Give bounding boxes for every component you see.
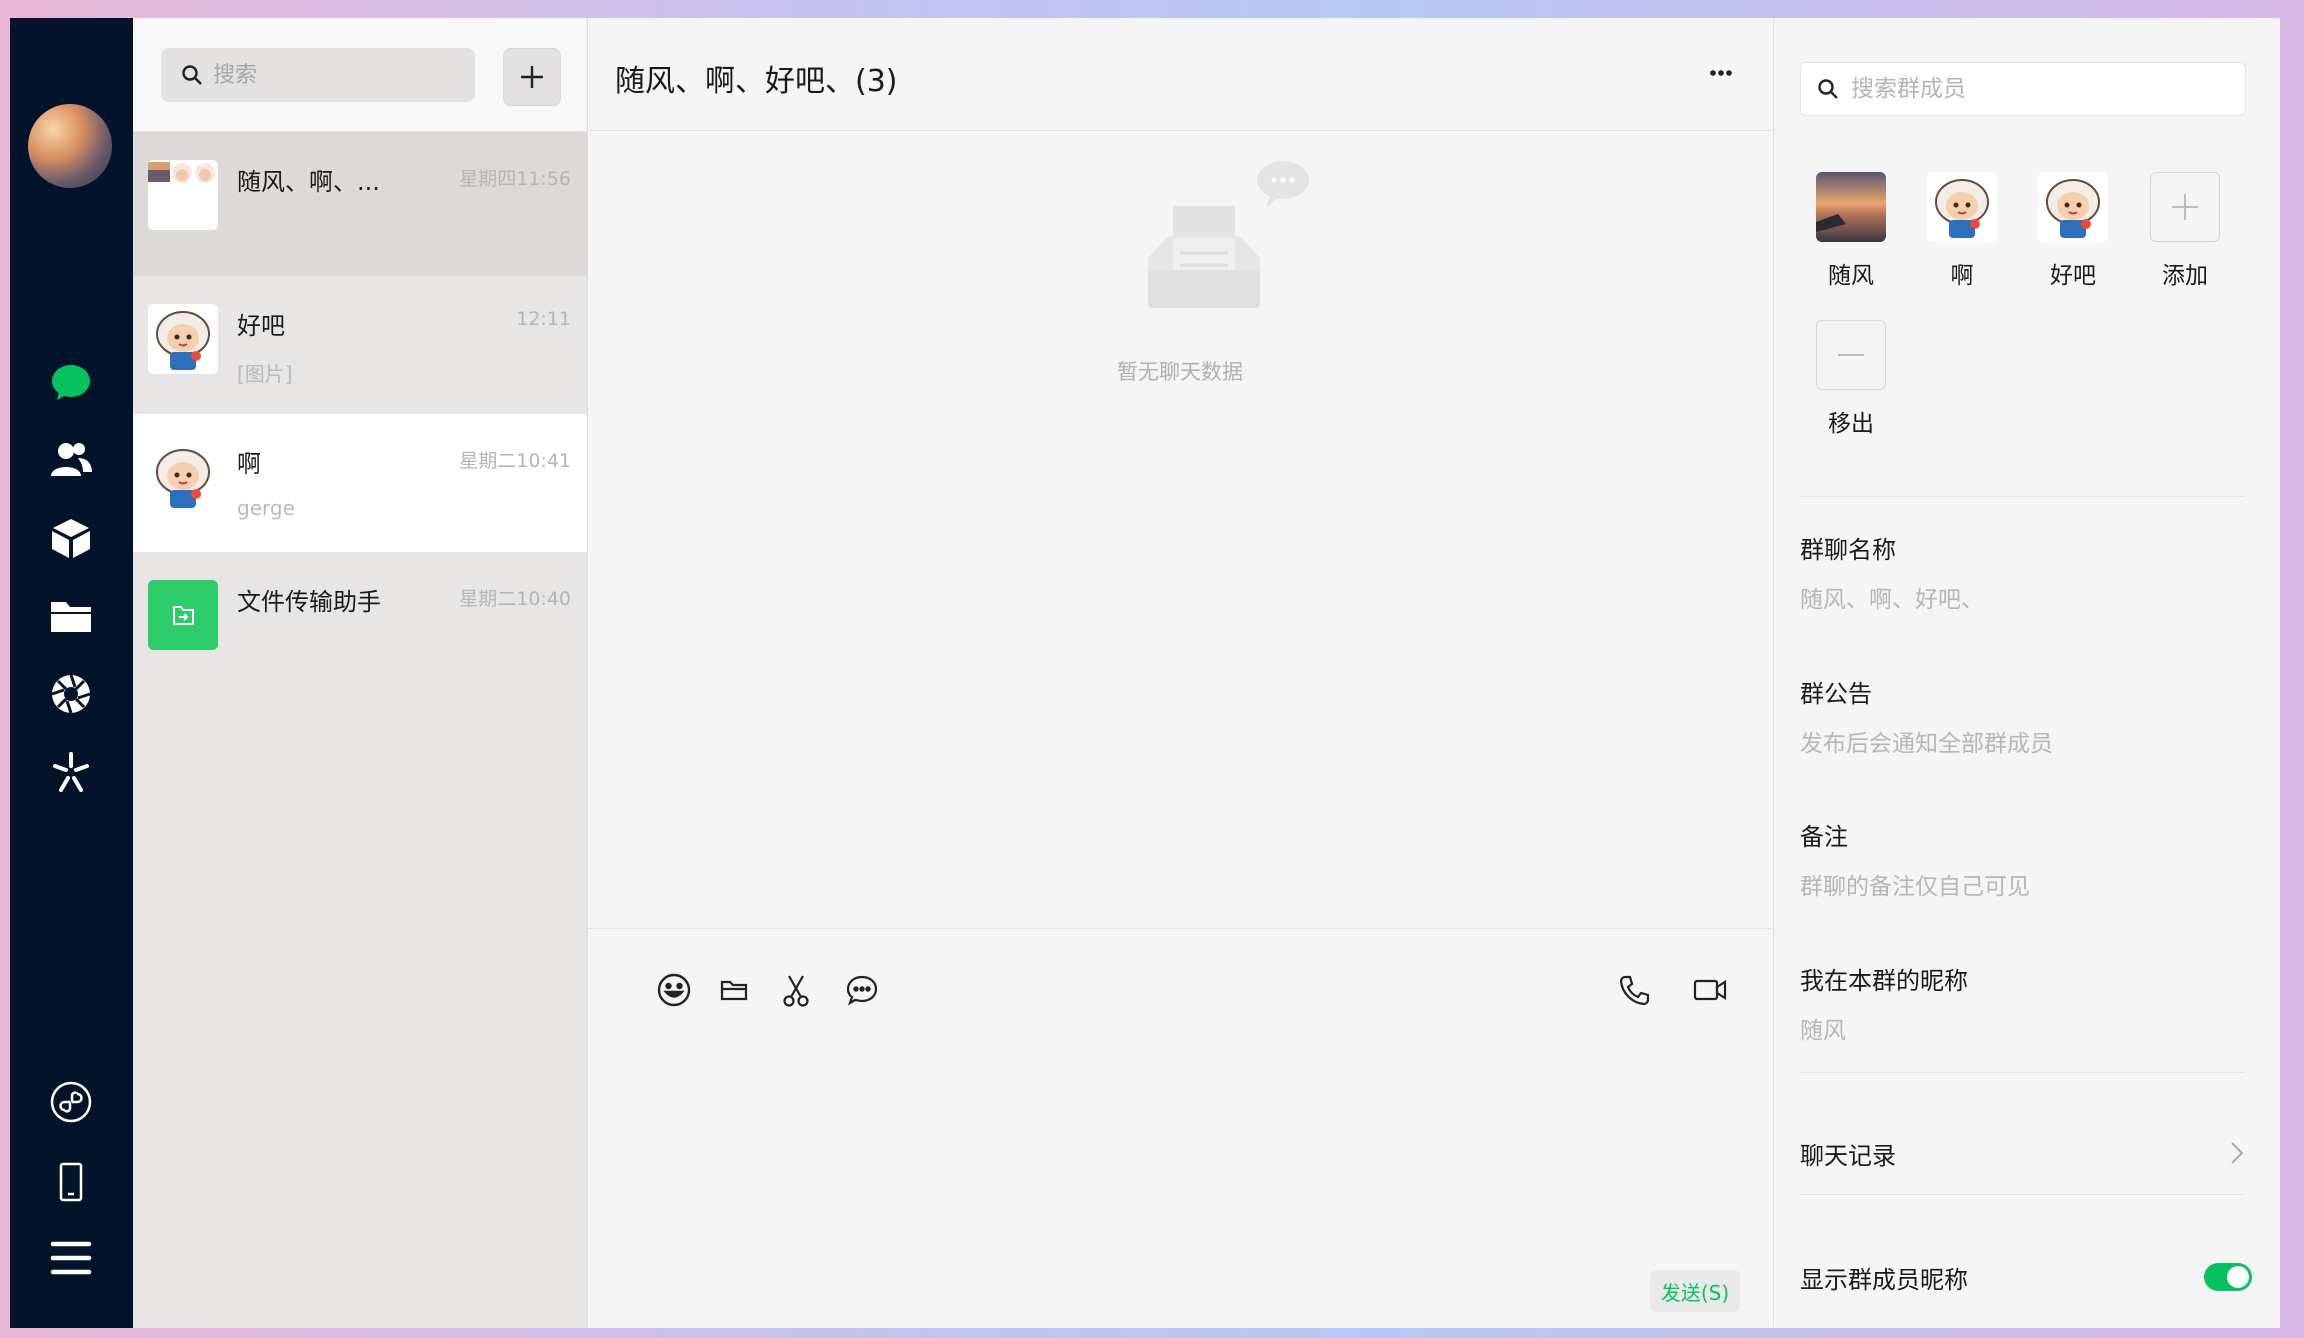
chevron-right-icon <box>2231 1142 2244 1164</box>
chat-preview: [图片] <box>237 362 293 386</box>
remark-value[interactable]: 群聊的备注仅自己可见 <box>1800 867 2030 901</box>
empty-state-text: 暂无聊天数据 <box>1117 360 1243 384</box>
member-item[interactable]: 啊 <box>1917 172 2007 290</box>
my-nickname-label: 我在本群的昵称 <box>1800 967 1968 995</box>
member-search[interactable] <box>1800 62 2246 116</box>
chat-search-input[interactable] <box>211 61 455 89</box>
chat-list-panel: 随风、啊、... 星期四11:56 好吧 12:11 [图片] <box>133 18 588 1328</box>
user-avatar[interactable] <box>28 104 112 188</box>
remark-label: 备注 <box>1800 823 1848 851</box>
mini-program-icon[interactable] <box>47 1078 95 1126</box>
message-input[interactable] <box>618 1038 1742 1272</box>
chat-bubble-icon[interactable] <box>840 968 884 1012</box>
chat-list-item[interactable]: 文件传输助手 星期二10:40 <box>133 552 587 690</box>
scissors-icon[interactable] <box>774 968 818 1012</box>
mascot-avatar <box>2038 172 2108 242</box>
add-button[interactable] <box>503 48 561 106</box>
group-avatar <box>148 160 218 230</box>
box-icon[interactable] <box>47 514 95 562</box>
divider <box>1800 496 2244 497</box>
chat-time: 星期二10:40 <box>459 588 571 610</box>
chat-history-row[interactable]: 聊天记录 <box>1800 1128 2244 1178</box>
contacts-icon[interactable] <box>47 436 95 484</box>
group-notice-value[interactable]: 发布后会通知全部群成员 <box>1800 724 2053 758</box>
mascot-avatar <box>1927 172 1997 242</box>
chat-icon[interactable] <box>47 358 95 406</box>
phone-call-icon[interactable] <box>1612 968 1656 1012</box>
chat-search[interactable] <box>161 48 475 102</box>
nav-sidebar <box>10 18 133 1328</box>
member-search-input[interactable] <box>1849 75 2233 103</box>
sunset-avatar <box>1816 172 1886 242</box>
member-name: 随风 <box>1828 263 1874 289</box>
chat-name: 文件传输助手 <box>237 588 381 616</box>
member-item[interactable]: 随风 <box>1806 172 1896 290</box>
folder-icon[interactable] <box>712 968 756 1012</box>
plus-icon <box>521 66 543 88</box>
group-name-label: 群聊名称 <box>1800 536 1896 564</box>
add-member-button[interactable]: 添加 <box>2140 172 2230 290</box>
chat-time: 12:11 <box>516 308 571 330</box>
chat-panel: 随风、啊、好吧、(3) 暂无聊天数据 发送(S) <box>588 18 1772 1328</box>
chat-list-header <box>133 18 587 131</box>
mascot-avatar <box>148 442 218 512</box>
member-name: 移出 <box>1828 411 1874 437</box>
member-name: 好吧 <box>2050 263 2096 289</box>
chat-header: 随风、啊、好吧、(3) <box>588 18 1772 131</box>
show-nickname-toggle[interactable] <box>2204 1263 2252 1291</box>
chat-title: 随风、啊、好吧、(3) <box>615 64 898 99</box>
search-icon <box>182 65 202 85</box>
more-icon[interactable] <box>1706 58 1736 88</box>
member-name: 添加 <box>2162 263 2208 289</box>
my-nickname-value[interactable]: 随风 <box>1800 1011 1846 1045</box>
minus-icon <box>1816 320 1886 390</box>
divider <box>1800 1072 2244 1073</box>
search-icon <box>1818 79 1838 99</box>
group-notice-label: 群公告 <box>1800 680 1872 708</box>
emoji-icon[interactable] <box>652 968 696 1012</box>
empty-inbox-icon <box>1148 161 1309 308</box>
chat-name: 啊 <box>237 450 261 478</box>
group-info-panel: 随风 啊 <box>1773 18 2280 1328</box>
send-button[interactable]: 发送(S) <box>1650 1270 1740 1312</box>
menu-icon[interactable] <box>47 1234 95 1282</box>
divider <box>1800 1194 2244 1195</box>
member-item[interactable]: 好吧 <box>2028 172 2118 290</box>
chat-time: 星期四11:56 <box>459 168 571 190</box>
chat-list-item[interactable]: 随风、啊、... 星期四11:56 <box>133 132 587 276</box>
moments-icon[interactable] <box>47 670 95 718</box>
video-call-icon[interactable] <box>1688 968 1732 1012</box>
chat-history-label: 聊天记录 <box>1800 1141 1896 1170</box>
app-window: 随风、啊、... 星期四11:56 好吧 12:11 [图片] <box>10 18 2280 1328</box>
chat-name: 好吧 <box>237 312 285 340</box>
mascot-avatar <box>148 304 218 374</box>
chat-list-item[interactable]: 好吧 12:11 [图片] <box>133 276 587 414</box>
file-transfer-icon <box>148 580 218 650</box>
toggle-knob <box>2227 1266 2249 1288</box>
chat-list-item[interactable]: 啊 星期二10:41 gerge <box>133 414 587 552</box>
chat-preview: gerge <box>237 496 295 520</box>
show-nickname-label: 显示群成员昵称 <box>1800 1266 1968 1294</box>
group-name-value[interactable]: 随风、啊、好吧、 <box>1800 580 1984 614</box>
chat-time: 星期二10:41 <box>459 450 571 472</box>
member-name: 啊 <box>1950 263 1974 289</box>
phone-icon[interactable] <box>47 1158 95 1206</box>
discover-icon[interactable] <box>47 748 95 796</box>
remove-member-button[interactable]: 移出 <box>1806 320 1896 438</box>
toolbar-divider <box>588 928 1772 929</box>
plus-icon <box>2150 172 2220 242</box>
chat-name: 随风、啊、... <box>237 168 380 196</box>
folder-icon[interactable] <box>47 592 95 640</box>
